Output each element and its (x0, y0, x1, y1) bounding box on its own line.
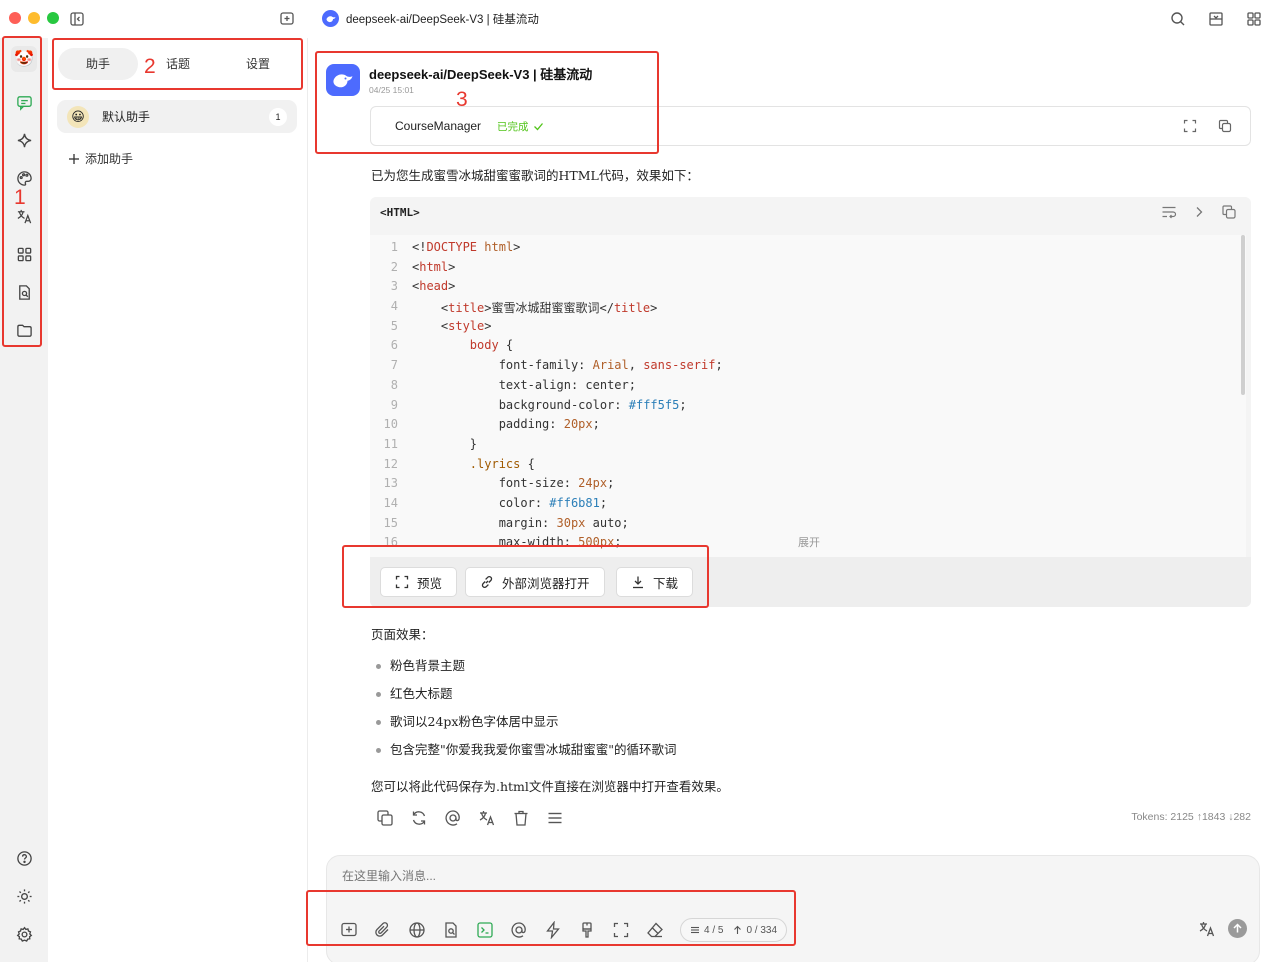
code-language: <HTML> (380, 205, 420, 219)
list-item: 红色大标题 (376, 684, 677, 712)
intro-text: 已为您生成蜜雪冰城甜蜜蜜歌词的HTML代码，效果如下： (371, 168, 699, 183)
code-line: 9 background-color: #fff5f5; (390, 397, 687, 412)
translate-message-icon[interactable] (478, 809, 496, 827)
narrow-mode-icon[interactable] (1208, 11, 1224, 27)
chat-main: deepseek-ai/DeepSeek-V3 | 硅基流动 04/25 15:… (308, 38, 1280, 962)
delete-trash-icon[interactable] (512, 809, 530, 827)
help-icon[interactable] (12, 846, 36, 870)
title-bar: deepseek-ai/DeepSeek-V3 | 硅基流动 (0, 0, 1280, 38)
list-item: 歌词以24px粉色字体居中显示 (376, 712, 677, 740)
copy-message-icon[interactable] (376, 809, 394, 827)
annotation-label-1: 1 (14, 186, 26, 209)
window-controls (9, 12, 59, 24)
code-line: 10 padding: 20px; (383, 417, 600, 432)
mention-at-icon[interactable] (444, 809, 462, 827)
code-line: 8 text-align: center; (390, 377, 636, 392)
code-line: 1 <!DOCTYPE html> (390, 240, 521, 254)
annotation-box-code-actions (342, 545, 709, 608)
fullscreen-icon[interactable] (1183, 119, 1197, 133)
window-title-group: deepseek-ai/DeepSeek-V3 | 硅基流动 (322, 10, 539, 27)
annotation-box-3 (315, 51, 659, 154)
minapp-grid-icon[interactable] (1246, 11, 1262, 27)
minimize-window-button[interactable] (28, 12, 40, 24)
assistant-panel: 助手 话题 设置 😀 默认助手 1 添加助手 (48, 38, 308, 962)
assistant-item-default[interactable]: 😀 默认助手 1 (57, 100, 297, 133)
expand-code-button[interactable]: 展开 (798, 534, 820, 550)
list-item: 粉色背景主题 (376, 656, 677, 684)
code-line: 13 font-size: 24px; (383, 476, 615, 491)
effect-title: 页面效果： (371, 627, 434, 642)
message-actions (376, 809, 564, 827)
code-line: 3 <head> (390, 279, 456, 294)
send-button[interactable] (1228, 919, 1247, 938)
code-header: <HTML> (370, 197, 1251, 227)
send-arrow-icon (1233, 923, 1242, 933)
token-usage: Tokens: 2125 ↑1843 ↓282 (1131, 811, 1251, 823)
settings-gear-icon[interactable] (12, 922, 36, 946)
code-scrollbar[interactable] (1241, 235, 1245, 395)
translate-input-icon[interactable] (1198, 920, 1216, 938)
deepseek-logo-icon (322, 10, 339, 27)
close-window-button[interactable] (9, 12, 21, 24)
code-content: 1 <!DOCTYPE html> 2 <html> 3 <head> 4 <titl… (370, 235, 1246, 557)
annotation-box-2 (52, 38, 303, 90)
run-chevron-icon[interactable] (1191, 204, 1207, 220)
code-header-actions (1161, 204, 1237, 220)
list-item: 包含完整"你爱我我爱你蜜雪冰城甜蜜蜜"的循环歌词 (376, 740, 677, 768)
search-icon[interactable] (1170, 11, 1186, 27)
copy-icon[interactable] (1218, 119, 1232, 133)
window-title: deepseek-ai/DeepSeek-V3 | 硅基流动 (346, 13, 539, 26)
code-line: 2 <html> (390, 259, 456, 274)
input-right-actions (1198, 919, 1247, 938)
closing-text: 您可以将此代码保存为.html文件直接在浏览器中打开查看效果。 (371, 779, 729, 794)
theme-sun-icon[interactable] (12, 884, 36, 908)
assistant-name: 默认助手 (102, 110, 151, 124)
code-line: 6 body { (390, 338, 514, 353)
annotation-label-3: 3 (456, 88, 468, 111)
code-line: 5 <style> (390, 318, 492, 333)
annotation-label-2: 2 (144, 55, 156, 78)
plus-icon (69, 153, 79, 164)
assistant-emoji-icon: 😀 (67, 105, 89, 128)
sidebar-toggle-icon[interactable] (69, 11, 85, 27)
copy-code-icon[interactable] (1221, 204, 1237, 220)
zoom-window-button[interactable] (47, 12, 59, 24)
new-topic-icon[interactable] (279, 11, 295, 27)
regenerate-icon[interactable] (410, 809, 428, 827)
effect-list: 粉色背景主题 红色大标题 歌词以24px粉色字体居中显示 包含完整"你爱我我爱你… (376, 656, 677, 768)
code-line: 15 margin: 30px auto; (383, 515, 629, 530)
add-assistant-label: 添加助手 (85, 152, 134, 166)
code-line: 4 <title>蜜雪冰城甜蜜蜜歌词</title> (390, 299, 658, 316)
add-assistant-button[interactable]: 添加助手 (68, 150, 133, 167)
topic-count-badge: 1 (269, 107, 287, 126)
code-line: 14 color: #ff6b81; (383, 495, 608, 510)
menu-icon[interactable] (546, 809, 564, 827)
wrap-lines-icon[interactable] (1161, 204, 1177, 220)
annotation-box-input-tools (306, 890, 796, 946)
code-line: 12 .lyrics { (383, 456, 535, 471)
code-line: 11 } (383, 436, 478, 451)
message-input[interactable] (342, 869, 1222, 883)
code-line: 7 font-family: Arial, sans-serif; (390, 358, 723, 373)
